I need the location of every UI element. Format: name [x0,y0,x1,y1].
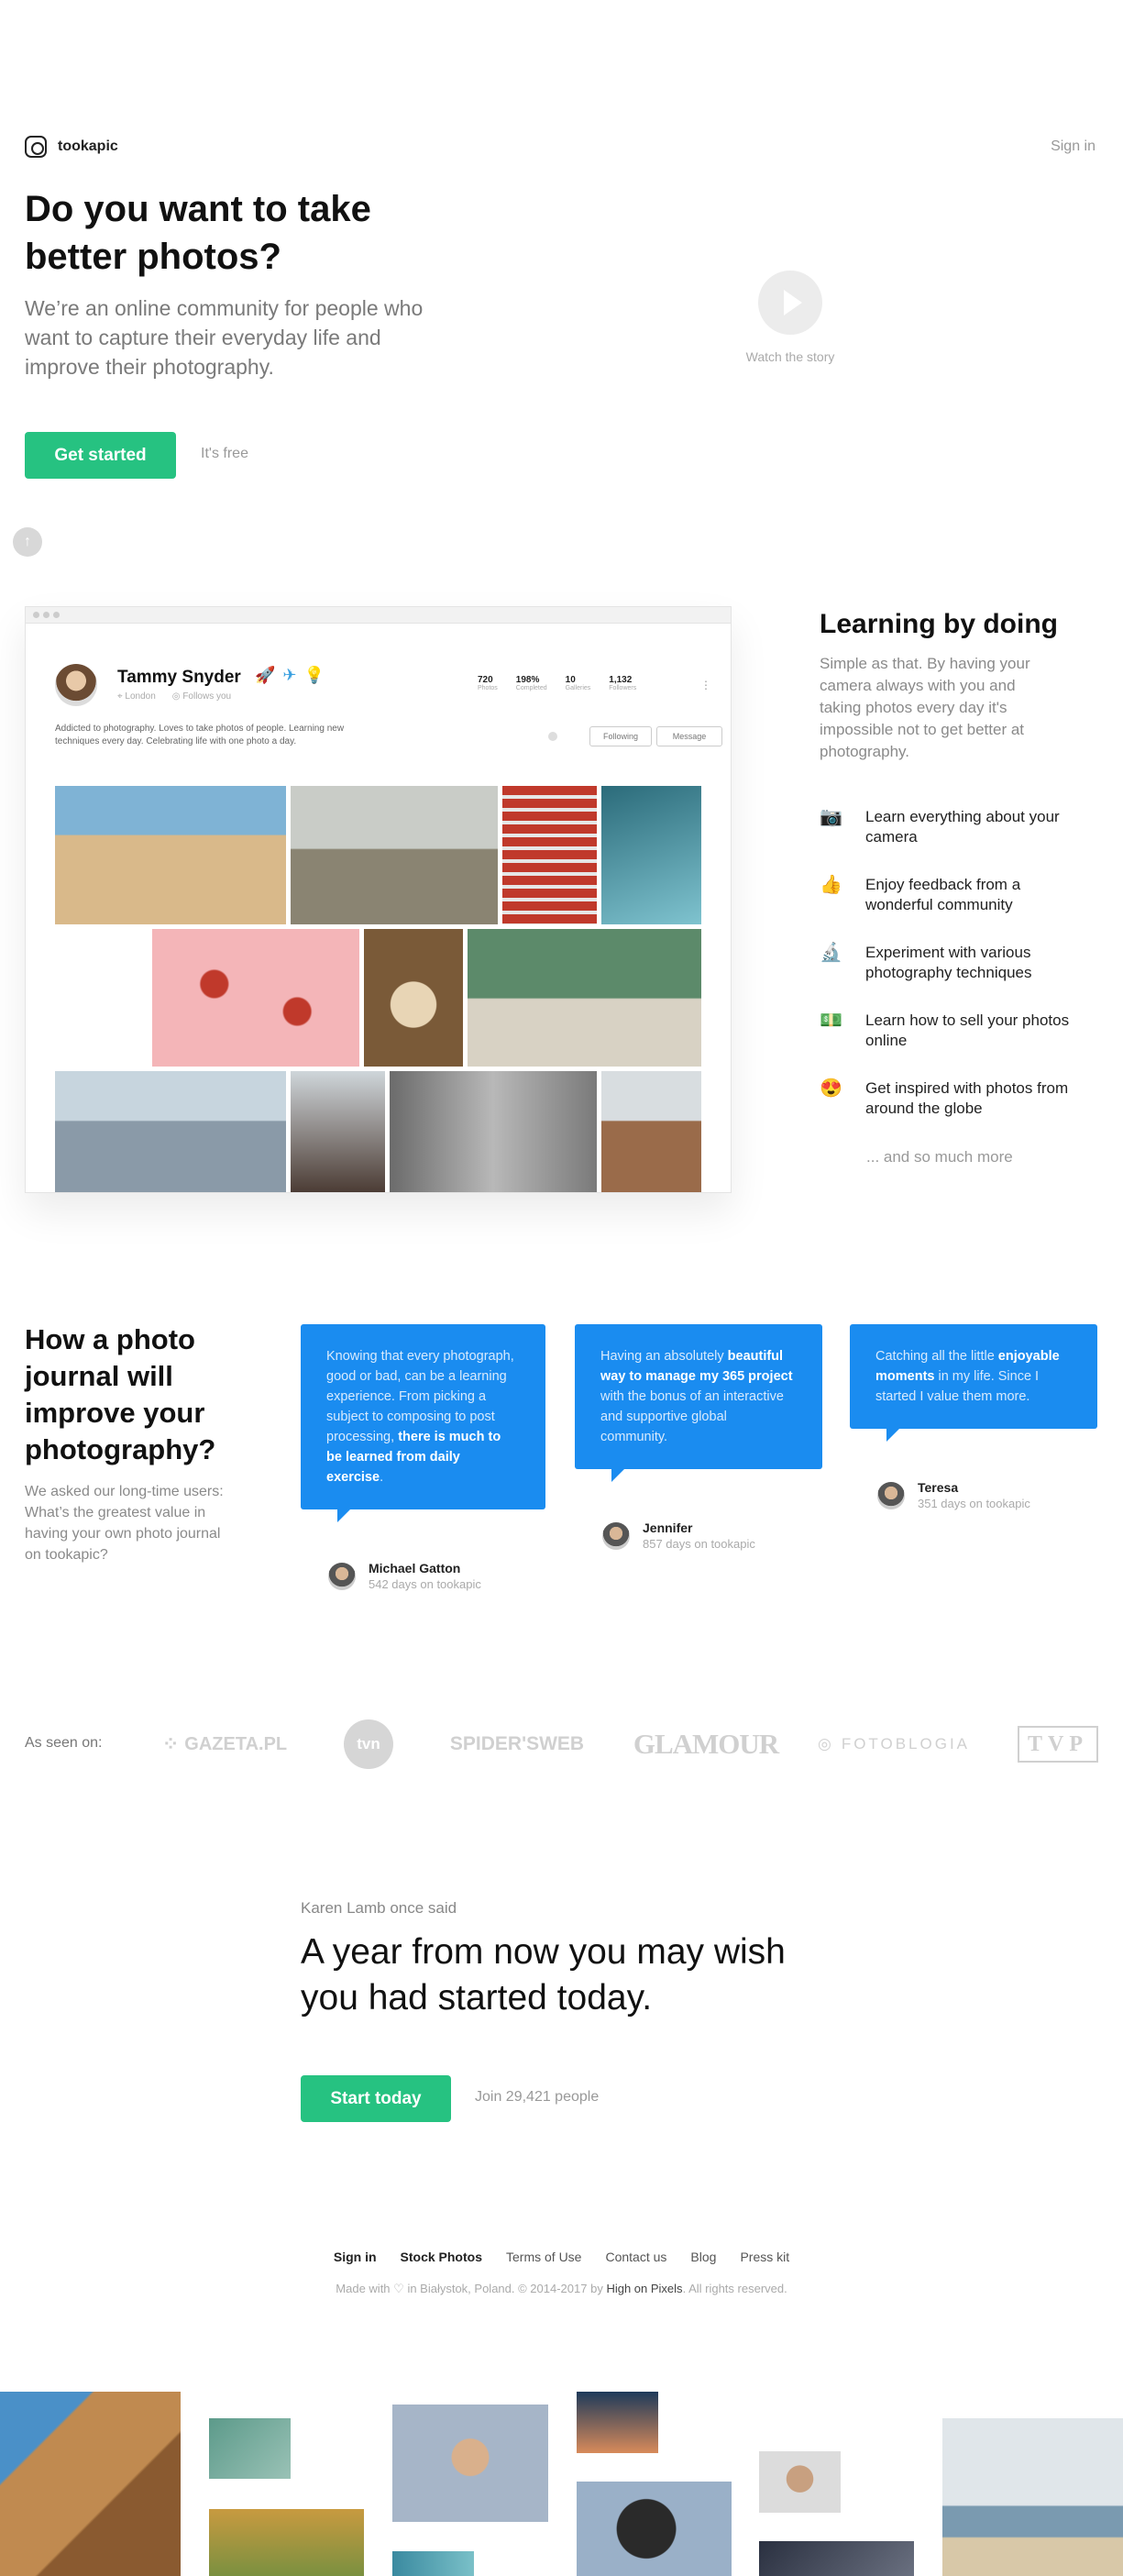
learning-subtitle: Simple as that. By having your camera al… [820,655,1030,760]
testimonial-bubble-2: Having an absolutely beautiful way to ma… [575,1324,822,1482]
profile-name: Tammy Snyder [117,668,241,687]
glamour-logo: GLAMOUR [633,1728,779,1760]
photo-horses[interactable] [291,786,498,924]
photo-street[interactable] [390,1071,597,1192]
play-video-icon[interactable] [758,271,822,335]
spiders-web-logo: SPIDER'SWEB [449,1733,585,1754]
strip-photo-beach [942,2418,1123,2576]
profile-mockup: Tammy Snyder 🚀 ✈ 💡 ⌖ London ◎ Follows yo… [25,606,732,1193]
footer-press-kit-link[interactable]: Press kit [740,2250,789,2264]
feature-inspired: 😍 Get inspired with photos from around t… [820,1078,1069,1117]
stat-completed[interactable]: 198% Completed [516,675,547,691]
arrow-up-icon[interactable]: ↑ [13,527,42,557]
avatar [602,1521,630,1550]
photo-portrait[interactable] [55,929,148,1067]
footer-terms-link[interactable]: Terms of Use [506,2250,581,2264]
profile-stats: 720 Photos 198% Completed 10 Galleries 1,13… [478,675,636,691]
free-note: It's free [201,446,248,461]
photo-food[interactable] [364,929,463,1067]
more-text: ... and so much more [866,1148,1013,1166]
thumbs-up-icon: 👍 [820,875,842,895]
profile-meta: ⌖ London ◎ Follows you [117,691,231,702]
photo-coffee[interactable] [291,1071,385,1192]
testimonials-subtitle: We asked our long-time users: What’s the… [25,1484,224,1563]
avatar [877,1481,905,1509]
profile-avatar [55,664,97,706]
company-link[interactable]: High on Pixels [606,2282,682,2295]
start-today-button[interactable]: Start today [301,2075,451,2122]
feature-camera: 📷 Learn everything about your camera [820,807,1060,846]
photo-sneakers[interactable] [55,1071,286,1192]
heart-eyes-icon: 😍 [820,1078,842,1099]
footer-stock-photos-link[interactable]: Stock Photos [401,2250,482,2264]
camera-logo-icon [25,136,47,158]
message-button[interactable]: Message [656,726,722,746]
footer-links: Sign in Stock Photos Terms of Use Contac… [0,2250,1123,2264]
gazeta-logo: ⁘ GAZETA.PL [161,1732,288,1755]
status-dot [548,732,557,741]
strip-photo-hand [209,2418,291,2479]
feature-sell: 💵 Learn how to sell your photos online [820,1011,1070,1049]
stat-galleries[interactable]: 10 Galleries [566,675,591,691]
testimonial-author-3[interactable]: Teresa 351 days on tookapic [877,1480,1030,1510]
footer-blog-link[interactable]: Blog [690,2250,716,2264]
strip-photo-woman [209,2509,364,2576]
microscope-icon: 🔬 [820,943,842,963]
brand-logo[interactable]: tookapic [25,136,118,158]
feature-feedback: 👍 Enjoy feedback from a wonderful commun… [820,875,1021,913]
rocket-badge-icon: 🚀 [255,666,276,684]
following-button[interactable]: Following [589,726,652,746]
as-seen-on-label: As seen on: [25,1735,103,1751]
testimonial-author-2[interactable]: Jennifer 857 days on tookapic [602,1520,755,1551]
stat-followers[interactable]: 1,132 Followers [609,675,636,691]
learning-title: Learning by doing [820,609,1058,639]
photo-coast[interactable] [601,1071,701,1192]
testimonial-author-1[interactable]: Michael Gatton 542 days on tookapic [328,1561,481,1591]
profile-bio: Addicted to photography. Loves to take p… [55,724,345,746]
photo-red-stairs[interactable] [502,786,597,924]
quote-text: A year from now you may wish you had sta… [301,1932,786,2018]
avatar [328,1562,356,1590]
brand-name: tookapic [58,138,118,154]
badges: 🚀 ✈ 💡 [255,666,325,685]
strip-photo-dark [759,2541,914,2576]
hero-subtitle: We’re an online community for people who… [25,296,424,379]
testimonial-bubble-3: Catching all the little enjoyable moment… [850,1324,1097,1442]
join-count: Join 29,421 people [475,2089,600,2105]
strip-photo-sea [577,2392,658,2453]
photo-strawberries[interactable] [152,929,359,1067]
footer-note: Made with ♡ in Białystok, Poland. © 2014… [336,2282,787,2295]
testimonial-bubble-1: Knowing that every photograph, good or b… [301,1324,545,1522]
strip-photo-beard [759,2451,841,2513]
strip-photo-small [392,2551,474,2576]
strip-photo-wall [0,2392,181,2576]
stat-photos[interactable]: 720 Photos [478,675,498,691]
more-options-icon[interactable]: ⋮ [700,679,711,691]
plane-badge-icon: ✈ [282,666,297,684]
location-text: ⌖ London [117,691,156,702]
feature-experiment: 🔬 Experiment with various photography te… [820,943,1032,981]
hero-title: Do you want to take better photos? [25,189,371,277]
watch-story-link[interactable]: Watch the story [735,349,845,364]
photo-sunglasses[interactable] [55,786,286,924]
quote-author: Karen Lamb once said [301,1899,457,1917]
fotoblogia-logo: ◎ FOTOBLOGIA [817,1735,971,1752]
bulb-badge-icon: 💡 [303,666,325,684]
testimonials-title: How a photo journal will improve your ph… [25,1323,216,1465]
window-bar [26,607,731,624]
heart-icon: ♡ [393,2282,404,2295]
photo-storefront[interactable] [468,929,701,1067]
footer-contact-link[interactable]: Contact us [605,2250,666,2264]
footer-signin-link[interactable]: Sign in [334,2250,377,2264]
follows-text: ◎ Follows you [171,691,232,702]
camera-icon: 📷 [820,807,842,827]
photo-lake[interactable] [601,786,701,924]
tvn-logo: tvn [344,1719,393,1769]
strip-photo-hair [577,2482,732,2576]
signin-link[interactable]: Sign in [1051,138,1095,155]
money-icon: 💵 [820,1011,842,1031]
tvp-logo: TVP [1018,1726,1098,1763]
get-started-button[interactable]: Get started [25,432,176,479]
strip-photo-man [392,2405,548,2522]
